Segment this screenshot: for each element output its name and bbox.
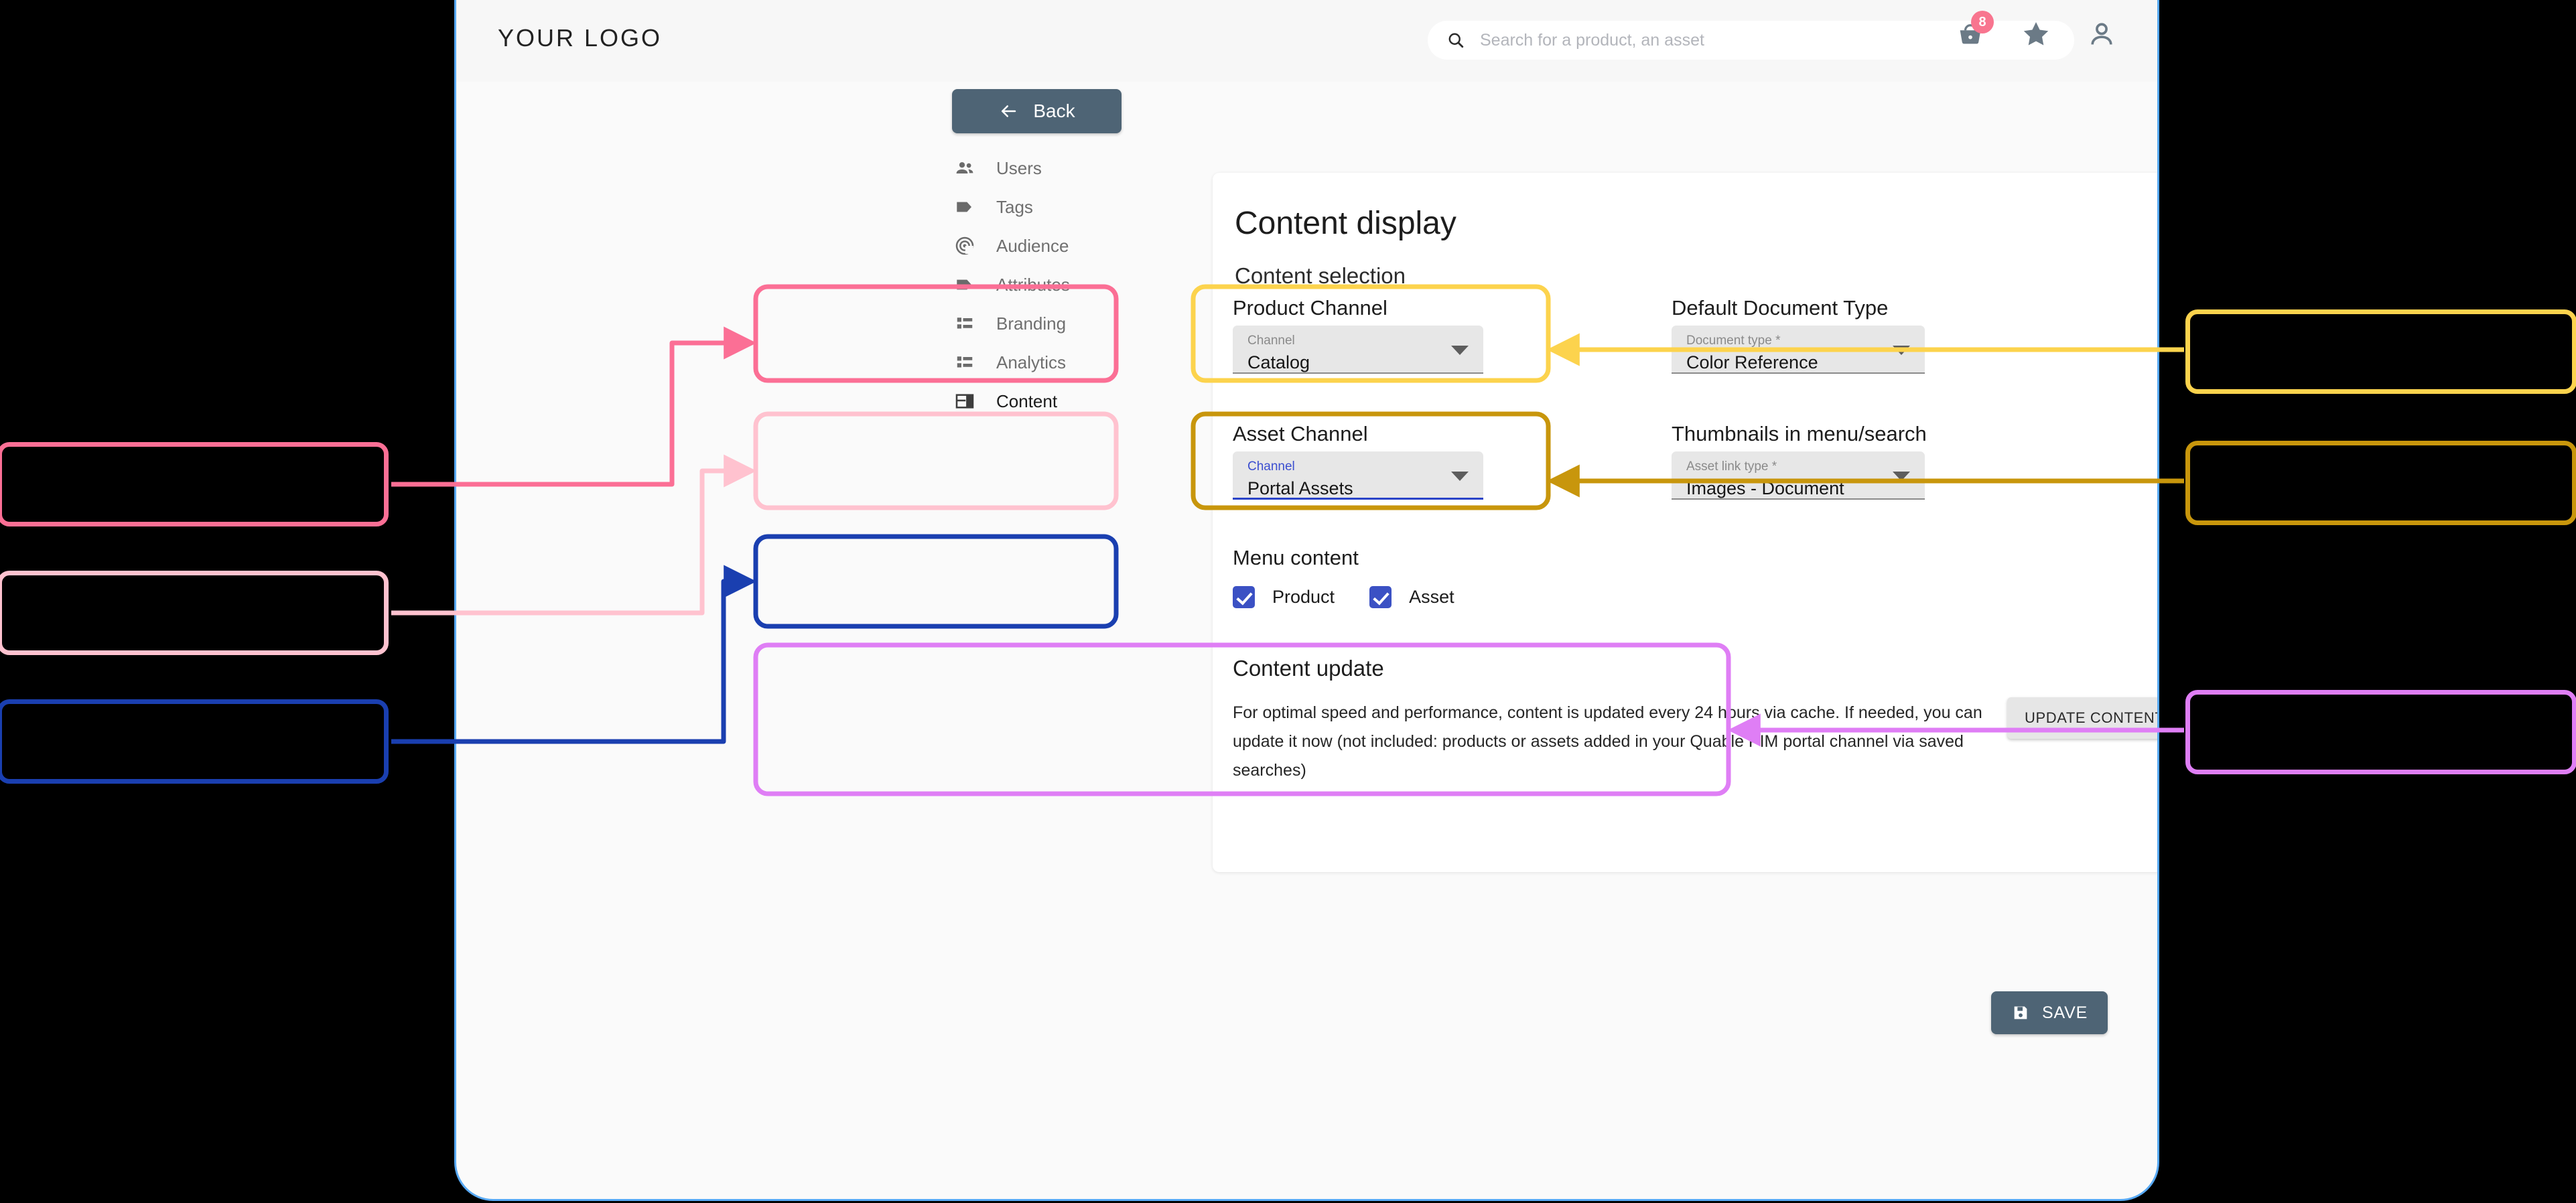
sidebar-item-analytics[interactable]: Analytics — [952, 343, 1160, 382]
callout-default-document-type — [2185, 309, 2576, 394]
checkbox-asset[interactable] — [1369, 586, 1392, 608]
layout-icon — [952, 391, 977, 412]
callout-thumbnails — [2185, 441, 2576, 525]
arrow-left-icon — [1002, 105, 1016, 117]
thumbnails-title: Thumbnails in menu/search — [1672, 422, 1927, 445]
callout-product-channel — [0, 442, 389, 526]
asset-channel-value: Portal Assets — [1247, 478, 1353, 498]
tag-icon — [952, 196, 977, 218]
save-button-label: SAVE — [2042, 1003, 2088, 1022]
list-icon — [952, 352, 977, 372]
product-channel-group: Product Channel Channel Catalog — [1214, 288, 1506, 374]
checkbox-asset-label: Asset — [1409, 587, 1454, 607]
screenshot-canvas: YOUR LOGO 8 — [0, 0, 2576, 1203]
top-bar: YOUR LOGO 8 — [456, 0, 2157, 82]
chevron-down-icon — [1451, 346, 1469, 355]
sidebar-item-label: Audience — [996, 235, 1069, 256]
sidebar-item-content[interactable]: Content — [952, 382, 1160, 421]
menu-content-title: Menu content — [1233, 546, 1359, 569]
chevron-down-icon — [1893, 346, 1910, 355]
sidebar-item-label: Tags — [996, 196, 1033, 217]
sidebar-item-audience[interactable]: Audience — [952, 226, 1160, 265]
content-update-text: For optimal speed and performance, conte… — [1233, 703, 1982, 780]
search-icon — [1448, 33, 1464, 48]
content-update-title: Content update — [1233, 656, 1384, 681]
sidebar-item-users[interactable]: Users — [952, 149, 1160, 188]
broadcast-icon — [952, 235, 977, 257]
asset-link-type-value: Images - Document — [1686, 478, 1844, 498]
asset-channel-field-label: Channel — [1247, 459, 1295, 474]
cart-icon[interactable]: 8 — [1955, 11, 1994, 50]
sidebar-item-branding[interactable]: Branding — [952, 304, 1160, 343]
sidebar-item-tags[interactable]: Tags — [952, 188, 1160, 226]
cart-badge: 8 — [1971, 11, 1994, 33]
sidebar-item-label: Content — [996, 391, 1058, 411]
people-icon — [952, 157, 977, 179]
content-card: Content display Content selection Produc… — [1213, 173, 2157, 1034]
back-button-label: Back — [1033, 100, 1075, 121]
callout-asset-channel — [0, 571, 389, 655]
checkbox-product-label: Product — [1272, 587, 1335, 607]
asset-link-type-field-label: Asset link type * — [1686, 459, 1777, 474]
product-channel-select[interactable]: Channel Catalog — [1233, 326, 1483, 374]
thumbnails-group: Thumbnails in menu/search Asset link typ… — [1653, 414, 1948, 500]
asset-channel-select[interactable]: Channel Portal Assets — [1233, 451, 1483, 500]
app-window: YOUR LOGO 8 — [454, 0, 2159, 1201]
default-document-type-title: Default Document Type — [1672, 296, 1889, 320]
asset-channel-group: Asset Channel Channel Portal Assets — [1214, 414, 1506, 500]
checkbox-product[interactable] — [1233, 586, 1255, 608]
menu-content-group: Menu content Product Asset — [1214, 538, 1506, 616]
asset-link-type-select[interactable]: Asset link type * Images - Document — [1672, 451, 1925, 500]
document-type-select[interactable]: Document type * Color Reference — [1672, 326, 1925, 374]
sidebar-item-label: Analytics — [996, 352, 1067, 372]
document-type-value: Color Reference — [1686, 352, 1818, 372]
content-update-group: Content update For optimal speed and per… — [1214, 646, 2157, 807]
callout-content-update — [2185, 690, 2576, 774]
sidebar-item-label: Users — [996, 157, 1042, 178]
brand-logo: YOUR LOGO — [498, 24, 663, 52]
sidebar-item-label: Branding — [996, 313, 1067, 334]
section-subtitle: Content selection — [1235, 263, 1406, 288]
list-icon — [952, 313, 977, 334]
update-content-button[interactable]: UPDATE CONTENT — [2007, 697, 2157, 739]
tag-icon — [952, 274, 977, 295]
callout-menu-content — [0, 699, 389, 784]
header-icon-group: 8 — [1955, 11, 2117, 50]
star-icon[interactable] — [2021, 19, 2051, 50]
sidebar-item-label: Attributes — [996, 274, 1070, 295]
product-channel-value: Catalog — [1247, 352, 1310, 372]
account-icon[interactable] — [2086, 19, 2117, 50]
back-button[interactable]: Back — [952, 89, 1122, 133]
save-icon — [2014, 1006, 2027, 1019]
asset-channel-title: Asset Channel — [1233, 422, 1368, 445]
menu-content-checkbox-row: Product Asset — [1233, 586, 1472, 608]
default-document-type-group: Default Document Type Document type * Co… — [1653, 288, 1948, 374]
chevron-down-icon — [1451, 471, 1469, 481]
chevron-down-icon — [1893, 472, 1910, 481]
product-channel-title: Product Channel — [1233, 296, 1387, 320]
sidebar-nav: Users Tags Audience Attributes Branding … — [952, 149, 1160, 421]
page-title: Content display — [1235, 206, 1456, 241]
save-button[interactable]: SAVE — [1991, 991, 2108, 1034]
document-type-field-label: Document type * — [1686, 334, 1781, 348]
sidebar-item-attributes[interactable]: Attributes — [952, 265, 1160, 304]
product-channel-field-label: Channel — [1247, 334, 1295, 348]
